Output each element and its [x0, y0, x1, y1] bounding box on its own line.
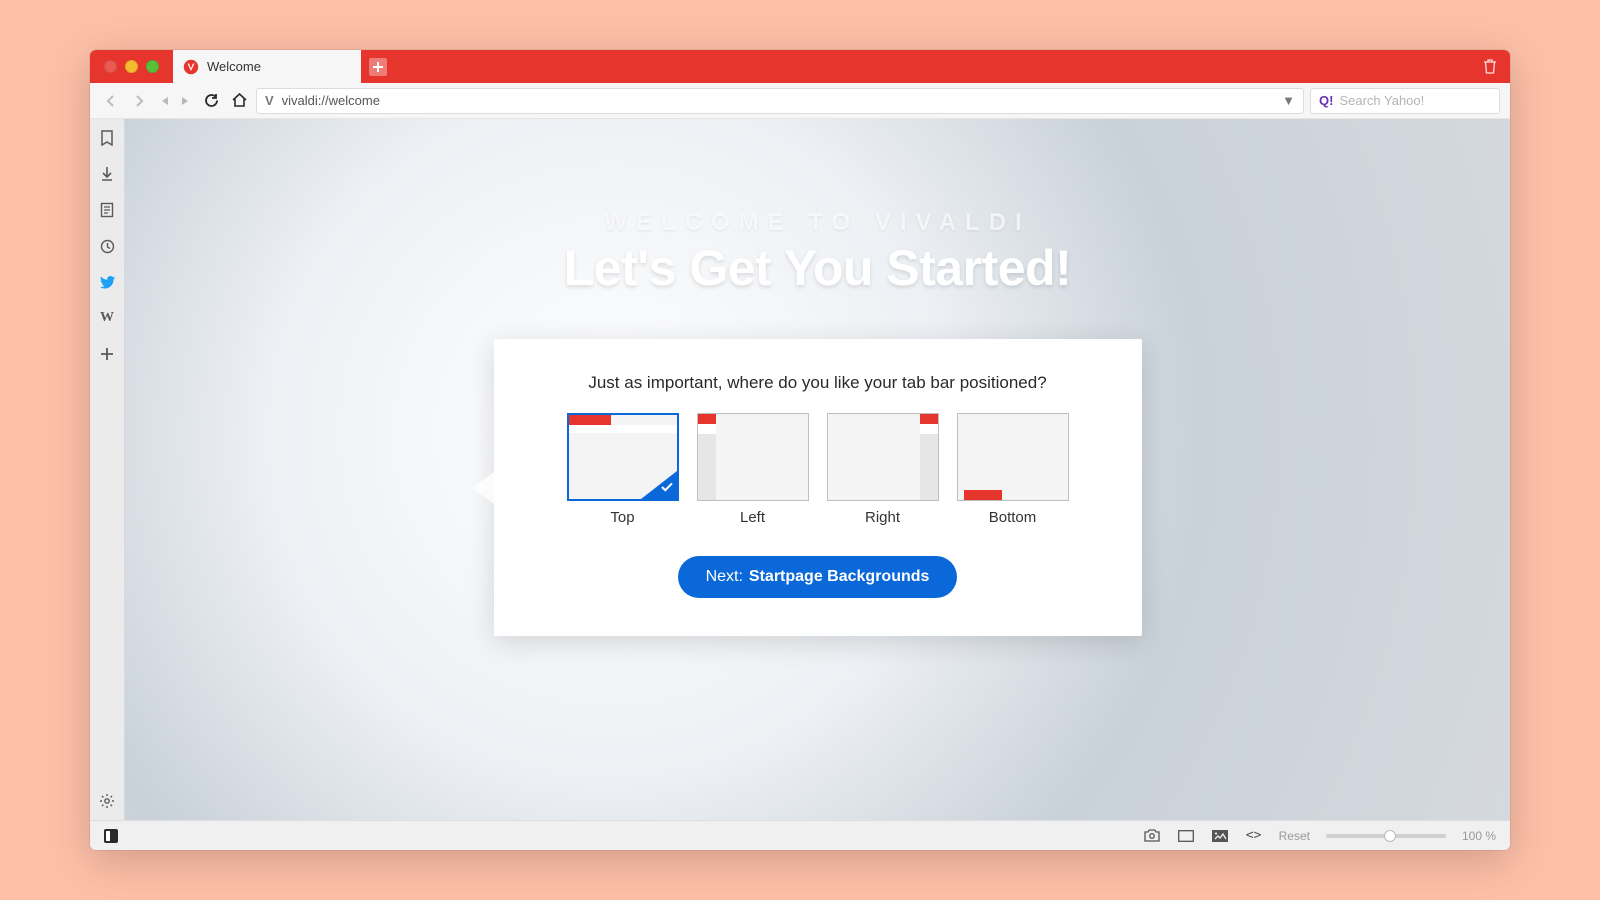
- main-area: W WELCOME TO VIVALDI Let's Get You Start…: [90, 119, 1510, 820]
- settings-panel-icon[interactable]: [98, 792, 116, 810]
- next-button[interactable]: Next: Startpage Backgrounds: [678, 556, 958, 598]
- prev-step-arrow[interactable]: [472, 472, 494, 504]
- browser-window: Welcome V vivald: [90, 50, 1510, 850]
- window-controls: [90, 50, 173, 83]
- side-panel: W: [90, 119, 125, 820]
- address-text: vivaldi://welcome: [282, 93, 380, 108]
- maximize-window-button[interactable]: [146, 60, 159, 73]
- bookmarks-panel-icon[interactable]: [98, 129, 116, 147]
- wikipedia-panel-icon[interactable]: W: [98, 309, 116, 327]
- tiling-icon[interactable]: [1177, 827, 1195, 845]
- search-box[interactable]: Q! ▾: [1310, 88, 1500, 114]
- onboarding-card: Just as important, where do you like you…: [494, 339, 1142, 636]
- panel-toggle-button[interactable]: [104, 829, 118, 843]
- option-label: Left: [697, 509, 809, 526]
- tab-bar: Welcome: [90, 50, 1510, 83]
- address-dropdown-icon[interactable]: ▼: [1282, 93, 1295, 108]
- new-tab-area: [361, 50, 394, 83]
- zoom-slider[interactable]: [1326, 834, 1446, 838]
- card-question: Just as important, where do you like you…: [524, 373, 1112, 393]
- rewind-button[interactable]: [156, 90, 172, 112]
- zoom-level: 100 %: [1462, 829, 1496, 843]
- images-icon[interactable]: [1211, 827, 1229, 845]
- option-label: Right: [827, 509, 939, 526]
- tab-welcome[interactable]: Welcome: [173, 50, 361, 83]
- vivaldi-icon: [183, 59, 199, 75]
- welcome-header: WELCOME TO VIVALDI Let's Get You Started…: [564, 209, 1071, 297]
- twitter-panel-icon[interactable]: [98, 273, 116, 291]
- fast-forward-button[interactable]: [178, 90, 194, 112]
- option-label: Top: [567, 509, 679, 526]
- page-content: WELCOME TO VIVALDI Let's Get You Started…: [125, 119, 1510, 820]
- welcome-title: Let's Get You Started!: [564, 239, 1071, 297]
- option-left[interactable]: Left: [697, 413, 809, 526]
- reload-button[interactable]: [200, 90, 222, 112]
- address-bar[interactable]: V vivaldi://welcome ▼: [256, 88, 1304, 114]
- close-window-button[interactable]: [104, 60, 117, 73]
- tab-position-options: Top Left Right Bottom: [524, 413, 1112, 526]
- search-input[interactable]: [1339, 93, 1510, 108]
- page-actions-icon[interactable]: <>: [1245, 827, 1263, 845]
- capture-icon[interactable]: [1143, 827, 1161, 845]
- check-icon: [661, 479, 673, 497]
- home-button[interactable]: [228, 90, 250, 112]
- forward-button[interactable]: [128, 90, 150, 112]
- downloads-panel-icon[interactable]: [98, 165, 116, 183]
- site-info-icon: V: [265, 93, 274, 108]
- next-prefix: Next:: [706, 568, 743, 586]
- tab-title: Welcome: [207, 59, 261, 74]
- trash-button[interactable]: [1470, 50, 1510, 83]
- search-engine-icon[interactable]: Q!: [1319, 93, 1333, 108]
- wikipedia-letter: W: [100, 310, 114, 326]
- history-panel-icon[interactable]: [98, 237, 116, 255]
- status-bar: <> Reset 100 %: [90, 820, 1510, 850]
- welcome-subtitle: WELCOME TO VIVALDI: [564, 209, 1071, 237]
- zoom-reset-button[interactable]: Reset: [1279, 829, 1310, 843]
- back-button[interactable]: [100, 90, 122, 112]
- option-right[interactable]: Right: [827, 413, 939, 526]
- minimize-window-button[interactable]: [125, 60, 138, 73]
- option-label: Bottom: [957, 509, 1069, 526]
- option-top[interactable]: Top: [567, 413, 679, 526]
- add-panel-icon[interactable]: [98, 345, 116, 363]
- option-bottom[interactable]: Bottom: [957, 413, 1069, 526]
- toolbar: V vivaldi://welcome ▼ Q! ▾: [90, 83, 1510, 119]
- notes-panel-icon[interactable]: [98, 201, 116, 219]
- new-tab-button[interactable]: [369, 58, 387, 76]
- next-label-bold: Startpage Backgrounds: [749, 568, 929, 586]
